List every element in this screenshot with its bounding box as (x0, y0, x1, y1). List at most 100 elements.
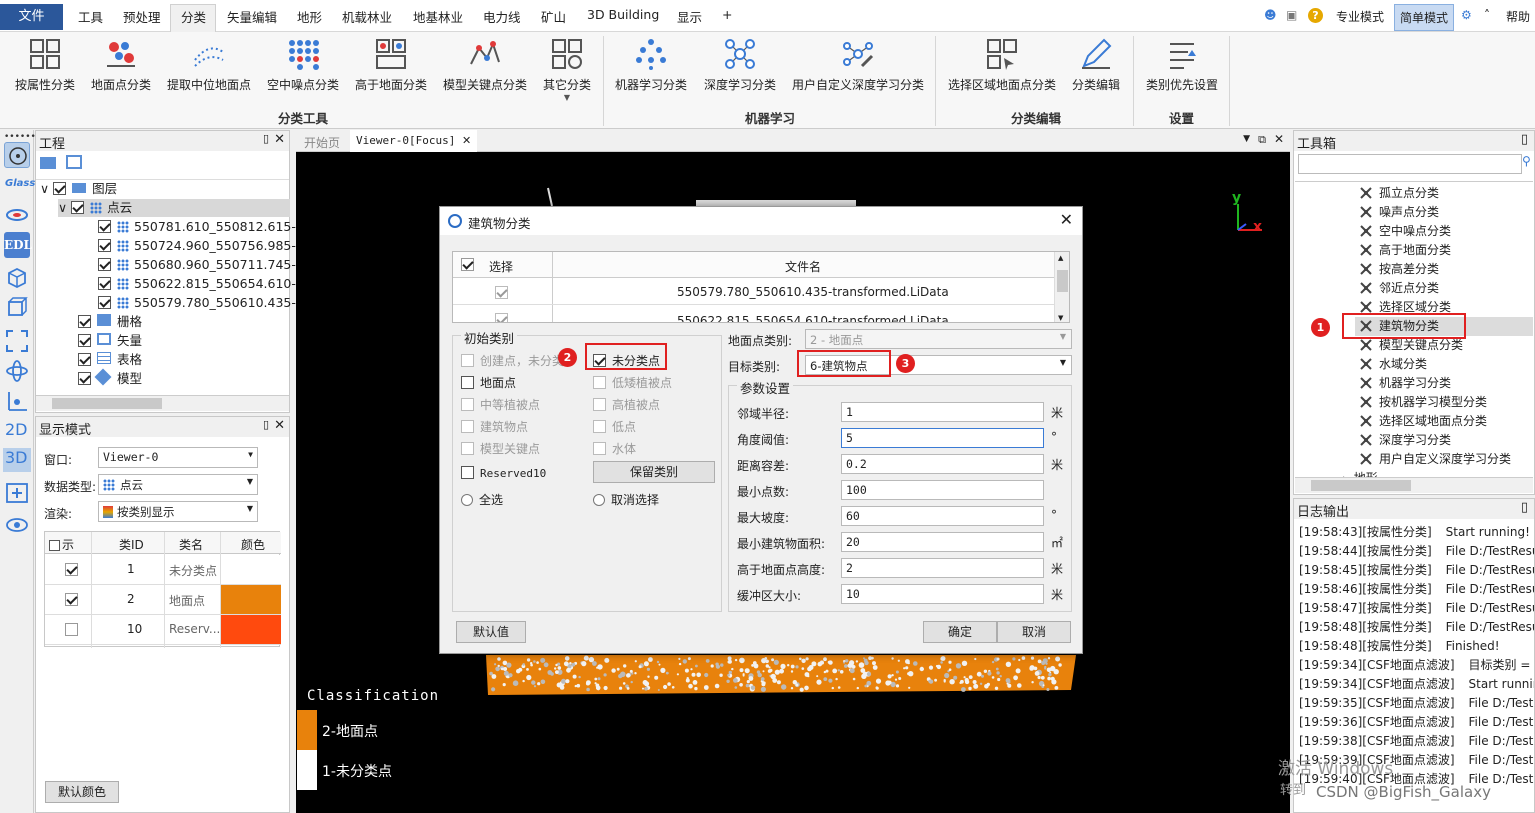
toolbox-item[interactable]: 高于地面分类 (1359, 241, 1451, 260)
tree-file-item[interactable]: 550579.780_550610.435-tr (98, 294, 306, 312)
model-checkbox[interactable] (78, 372, 91, 385)
box-icon[interactable] (4, 294, 30, 320)
tree-pointcloud[interactable]: ∨ 点云 (58, 199, 290, 217)
tree-file-item[interactable]: 550680.960_550711.745-tr (98, 256, 306, 274)
file-checkbox[interactable] (98, 220, 111, 233)
toolbox-item[interactable]: 孤立点分类 (1359, 184, 1439, 203)
tab-close-icon[interactable]: ✕ (462, 134, 471, 147)
toolbox-item[interactable]: 按机器学习模型分类 (1359, 393, 1487, 412)
menu-add-tab[interactable]: + (722, 7, 732, 22)
radio-select-all[interactable]: 全选 (461, 491, 503, 508)
region-ground-button[interactable]: 选择区域地面点分类 (946, 38, 1058, 93)
search-icon[interactable]: ⚲ (1522, 154, 1535, 174)
param-input[interactable]: 20 (841, 532, 1044, 552)
3d-view-button[interactable]: 3D (3, 448, 31, 472)
above-ground-button[interactable]: 高于地面分类 (354, 38, 428, 93)
menu-classify[interactable]: 分类 (181, 7, 206, 26)
camera-icon[interactable] (4, 510, 30, 536)
expand-icon[interactable]: ∨ (58, 200, 67, 215)
vertical-scrollbar[interactable]: ▲ ▼ (1054, 252, 1069, 322)
toolbox-item[interactable]: 选择区域地面点分类 (1359, 412, 1487, 431)
table-checkbox[interactable] (78, 353, 91, 366)
toolbox-item[interactable]: 机器学习分类 (1359, 374, 1451, 393)
toolbox-item[interactable]: 深度学习分类 (1359, 431, 1451, 450)
file-row-checkbox[interactable] (495, 286, 514, 300)
menu-preprocess[interactable]: 预处理 (123, 7, 161, 26)
close-icon[interactable]: ✕ (274, 132, 285, 147)
layers-icon[interactable] (4, 202, 30, 228)
opt-medium-veg[interactable]: 中等植被点 (461, 396, 540, 413)
file-menu-button[interactable]: 文件 (0, 4, 63, 30)
other-classify-button[interactable]: 其它分类 ▼ (540, 38, 594, 102)
toolbox-item[interactable]: 用户自定义深度学习分类 (1359, 450, 1511, 469)
param-input[interactable]: 2 (841, 558, 1044, 578)
render-select[interactable]: 按类别显示 ▼ (98, 501, 258, 522)
param-input[interactable]: 0.2 (841, 454, 1044, 474)
file-row[interactable]: 550579.780_550610.435-transformed.LiData (453, 279, 1055, 305)
window-select[interactable]: Viewer-0 ▼ (98, 447, 258, 468)
class-show-checkbox[interactable] (65, 563, 84, 577)
tree-file-item[interactable]: 550781.610_550812.615-tr (98, 218, 306, 236)
menu-airborne-forestry[interactable]: 机载林业 (342, 7, 392, 26)
toolbox-item[interactable]: 空中噪点分类 (1359, 222, 1451, 241)
col-show[interactable]: 示 (49, 536, 74, 553)
custom-dl-button[interactable]: 用户自定义深度学习分类 (792, 38, 924, 93)
window-tool-icon[interactable] (65, 155, 82, 169)
ground-classify-button[interactable]: 地面点分类 (90, 38, 152, 93)
glass-icon[interactable]: Glass (5, 178, 35, 189)
file-checkbox[interactable] (98, 277, 111, 290)
layers-checkbox[interactable] (53, 182, 67, 195)
cancel-button[interactable]: 取消 (997, 621, 1071, 643)
expand-icon[interactable]: ∨ (40, 181, 49, 196)
menu-3d-building[interactable]: 3D Building (587, 7, 659, 22)
default-values-button[interactable]: 默认值 (456, 621, 526, 643)
simple-mode-button[interactable]: 简单模式 (1394, 4, 1455, 31)
restore-icon[interactable]: ⧉ (1258, 133, 1266, 147)
cube-icon[interactable] (4, 264, 30, 290)
menu-ground-forestry[interactable]: 地基林业 (413, 7, 463, 26)
2d-view-button[interactable]: 2D (5, 420, 28, 439)
tree-layers-root[interactable]: ∨ 图层 (40, 180, 117, 198)
add-window-icon[interactable] (4, 480, 30, 506)
opt-high-veg[interactable]: 高植被点 (593, 396, 660, 413)
toolbox-search-input[interactable] (1298, 154, 1522, 174)
pin-icon[interactable]: ▯ (263, 418, 269, 431)
user-icon[interactable]: ☻ (1264, 8, 1277, 22)
class-row[interactable]: 2 地面点 (45, 585, 281, 615)
param-input[interactable]: 100 (841, 480, 1044, 500)
toolbox-item[interactable]: 按高差分类 (1359, 260, 1439, 279)
edl-icon[interactable]: EDL (4, 232, 32, 258)
menu-tools[interactable]: 工具 (78, 7, 103, 26)
settings-icon[interactable]: ⚙ (1461, 8, 1472, 22)
opt-model-keypoint[interactable]: 模型关键点 (461, 440, 540, 457)
model-keypoint-button[interactable]: 模型关键点分类 (442, 38, 528, 93)
fullscreen-icon[interactable] (4, 328, 30, 354)
keep-class-button[interactable]: 保留类别 (593, 461, 715, 483)
pin-icon[interactable]: ▯ (263, 132, 269, 145)
file-row[interactable]: 550622.815_550654.610-transformed.LiData (453, 306, 1055, 322)
menu-vector-edit[interactable]: 矢量编辑 (227, 7, 277, 26)
opt-low-point[interactable]: 低点 (593, 418, 636, 435)
tab-viewer-0[interactable]: Viewer-0[Focus] ✕ (350, 130, 478, 152)
class-color-swatch[interactable] (221, 555, 281, 584)
tree-file-item[interactable]: 550622.815_550654.610-tr (98, 275, 306, 293)
rotate-icon[interactable] (4, 358, 30, 384)
toolbox-item[interactable]: 邻近点分类 (1359, 279, 1439, 298)
class-color-swatch[interactable] (221, 615, 281, 644)
opt-water[interactable]: 水体 (593, 440, 636, 457)
pointcloud-checkbox[interactable] (71, 201, 85, 214)
tab-list-icon[interactable]: ▼ (1243, 134, 1250, 144)
close-icon[interactable]: ✕ (274, 418, 285, 433)
pin-icon[interactable]: ▯ (1521, 500, 1528, 515)
default-color-button[interactable]: 默认颜色 (45, 781, 119, 803)
horizontal-scrollbar[interactable] (36, 395, 289, 411)
raster-checkbox[interactable] (78, 315, 91, 328)
pro-mode-button[interactable]: 专业模式 (1336, 8, 1384, 25)
help-text-icon[interactable]: 帮助 (1506, 8, 1530, 25)
toolbox-item[interactable]: 噪声点分类 (1359, 203, 1439, 222)
help-icon[interactable]: ? (1308, 8, 1323, 23)
class-show-checkbox[interactable] (65, 623, 84, 637)
datatype-select[interactable]: 点云 ▼ (98, 474, 258, 495)
class-row[interactable]: 1 未分类点 (45, 555, 281, 585)
point-display-icon[interactable] (4, 142, 30, 168)
